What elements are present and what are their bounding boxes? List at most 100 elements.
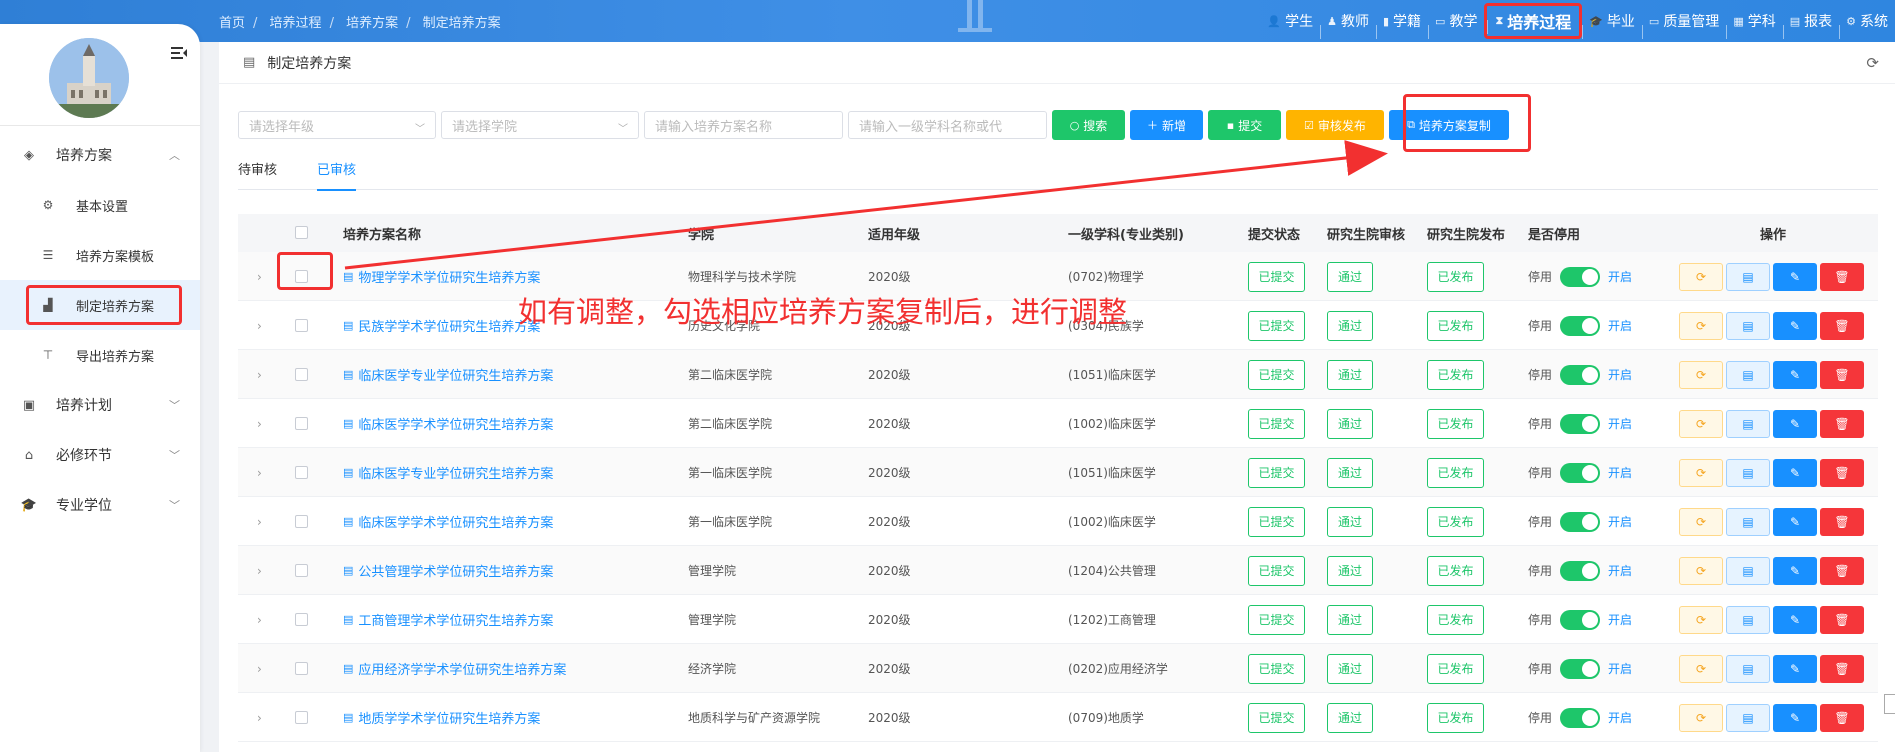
- sidebar-item-training-plan[interactable]: ◈ 培养方案 ︿: [0, 130, 200, 180]
- nav-teacher[interactable]: ♟ 教师: [1320, 11, 1376, 39]
- search-button[interactable]: ○ 搜索: [1052, 110, 1125, 140]
- nav-quality[interactable]: ▭ 质量管理: [1641, 11, 1726, 39]
- row-checkbox[interactable]: [295, 417, 308, 430]
- delete-action-button[interactable]: 🗑: [1820, 409, 1864, 438]
- grade-select[interactable]: 请选择年级 ﹀: [238, 111, 436, 139]
- delete-action-button[interactable]: 🗑: [1820, 556, 1864, 585]
- sidebar-item-basic-settings[interactable]: ⚙ 基本设置: [0, 180, 200, 230]
- edit-action-button[interactable]: ✎: [1773, 311, 1817, 340]
- row-checkbox[interactable]: [295, 319, 308, 332]
- plan-name-link[interactable]: ▤ 临床医学学术学位研究生培养方案: [343, 497, 553, 546]
- refresh-icon[interactable]: ⟳: [1866, 54, 1879, 72]
- row-checkbox[interactable]: [295, 711, 308, 724]
- collapse-sidebar-icon[interactable]: [171, 46, 187, 60]
- plan-name-link[interactable]: ▤ 工商管理学术学位研究生培养方案: [343, 595, 553, 644]
- review-publish-button[interactable]: ☑ 审核发布: [1286, 110, 1384, 140]
- plan-name-link[interactable]: ▤ 公共管理学术学位研究生培养方案: [343, 546, 553, 595]
- expand-chevron-icon[interactable]: ›: [257, 644, 262, 693]
- plan-name-link[interactable]: ▤ 临床医学专业学位研究生培养方案: [343, 350, 553, 399]
- side-handle-icon[interactable]: [1884, 694, 1895, 714]
- view-action-button[interactable]: ▤: [1726, 311, 1770, 340]
- expand-chevron-icon[interactable]: ›: [257, 595, 262, 644]
- sidebar-item-plan-template[interactable]: ☰ 培养方案模板: [0, 230, 200, 280]
- delete-action-button[interactable]: 🗑: [1820, 703, 1864, 732]
- edit-action-button[interactable]: ✎: [1773, 703, 1817, 732]
- sidebar-item-professional-degree[interactable]: 🎓 专业学位 ﹀: [0, 480, 200, 530]
- disable-toggle[interactable]: [1560, 315, 1601, 336]
- edit-action-button[interactable]: ✎: [1773, 507, 1817, 536]
- subject-input[interactable]: 请输入一级学科名称或代: [848, 111, 1047, 139]
- expand-chevron-icon[interactable]: ›: [257, 252, 262, 301]
- breadcrumb-process[interactable]: 培养过程: [270, 12, 322, 31]
- edit-action-button[interactable]: ✎: [1773, 409, 1817, 438]
- nav-system[interactable]: ⚙ 系统: [1839, 11, 1895, 39]
- edit-action-button[interactable]: ✎: [1773, 262, 1817, 291]
- view-action-button[interactable]: ▤: [1726, 262, 1770, 291]
- nav-teaching[interactable]: ▭ 教学: [1428, 11, 1484, 39]
- plan-name-link[interactable]: ▤ 临床医学专业学位研究生培养方案: [343, 448, 553, 497]
- expand-chevron-icon[interactable]: ›: [257, 693, 262, 742]
- disable-toggle[interactable]: [1560, 364, 1601, 385]
- delete-action-button[interactable]: 🗑: [1820, 605, 1864, 634]
- nav-discipline[interactable]: ▦ 学科: [1726, 11, 1782, 39]
- nav-report[interactable]: ▤ 报表: [1782, 11, 1839, 39]
- refresh-action-button[interactable]: ⟳: [1679, 262, 1723, 291]
- expand-chevron-icon[interactable]: ›: [257, 448, 262, 497]
- avatar[interactable]: [49, 38, 129, 118]
- college-select[interactable]: 请选择学院 ﹀: [441, 111, 639, 139]
- expand-chevron-icon[interactable]: ›: [257, 546, 262, 595]
- plan-name-input[interactable]: 请输入培养方案名称: [644, 111, 843, 139]
- edit-action-button[interactable]: ✎: [1773, 654, 1817, 683]
- breadcrumb-plan[interactable]: 培养方案: [346, 12, 398, 31]
- view-action-button[interactable]: ▤: [1726, 458, 1770, 487]
- edit-action-button[interactable]: ✎: [1773, 556, 1817, 585]
- disable-toggle[interactable]: [1560, 609, 1601, 630]
- select-all-checkbox[interactable]: [295, 226, 308, 239]
- view-action-button[interactable]: ▤: [1726, 703, 1770, 732]
- disable-toggle[interactable]: [1560, 511, 1601, 532]
- delete-action-button[interactable]: 🗑: [1820, 507, 1864, 536]
- sidebar-item-export-plan[interactable]: ⊤ 导出培养方案: [0, 330, 200, 380]
- disable-toggle[interactable]: [1560, 560, 1601, 581]
- submit-button[interactable]: ▪ 提交: [1208, 110, 1281, 140]
- refresh-action-button[interactable]: ⟳: [1679, 507, 1723, 536]
- delete-action-button[interactable]: 🗑: [1820, 654, 1864, 683]
- breadcrumb-home[interactable]: 首页: [219, 12, 245, 31]
- sidebar-item-required-links[interactable]: ⌂ 必修环节 ﹀: [0, 430, 200, 480]
- row-checkbox[interactable]: [295, 564, 308, 577]
- edit-action-button[interactable]: ✎: [1773, 360, 1817, 389]
- delete-action-button[interactable]: 🗑: [1820, 360, 1864, 389]
- refresh-action-button[interactable]: ⟳: [1679, 360, 1723, 389]
- edit-action-button[interactable]: ✎: [1773, 605, 1817, 634]
- refresh-action-button[interactable]: ⟳: [1679, 458, 1723, 487]
- disable-toggle[interactable]: [1560, 707, 1601, 728]
- delete-action-button[interactable]: 🗑: [1820, 262, 1864, 291]
- disable-toggle[interactable]: [1560, 266, 1601, 287]
- expand-chevron-icon[interactable]: ›: [257, 350, 262, 399]
- tab-approved[interactable]: 已审核: [317, 152, 357, 191]
- delete-action-button[interactable]: 🗑: [1820, 458, 1864, 487]
- view-action-button[interactable]: ▤: [1726, 654, 1770, 683]
- view-action-button[interactable]: ▤: [1726, 360, 1770, 389]
- expand-chevron-icon[interactable]: ›: [257, 301, 262, 350]
- tab-pending[interactable]: 待审核: [238, 152, 277, 190]
- refresh-action-button[interactable]: ⟳: [1679, 311, 1723, 340]
- expand-chevron-icon[interactable]: ›: [257, 399, 262, 448]
- nav-enrollment[interactable]: ▮ 学籍: [1375, 11, 1428, 39]
- nav-graduation[interactable]: 🎓 毕业: [1582, 11, 1642, 39]
- refresh-action-button[interactable]: ⟳: [1679, 556, 1723, 585]
- view-action-button[interactable]: ▤: [1726, 556, 1770, 585]
- disable-toggle[interactable]: [1560, 658, 1601, 679]
- nav-training-process[interactable]: ⧗ 培养过程: [1484, 3, 1583, 39]
- row-checkbox[interactable]: [295, 466, 308, 479]
- plan-name-link[interactable]: ▤ 应用经济学学术学位研究生培养方案: [343, 644, 566, 693]
- view-action-button[interactable]: ▤: [1726, 507, 1770, 536]
- expand-chevron-icon[interactable]: ›: [257, 497, 262, 546]
- sidebar-item-make-plan[interactable]: ▟ 制定培养方案: [0, 280, 200, 330]
- disable-toggle[interactable]: [1560, 413, 1601, 434]
- refresh-action-button[interactable]: ⟳: [1679, 703, 1723, 732]
- row-checkbox[interactable]: [295, 368, 308, 381]
- plan-name-link[interactable]: ▤ 临床医学学术学位研究生培养方案: [343, 399, 553, 448]
- delete-action-button[interactable]: 🗑: [1820, 311, 1864, 340]
- sidebar-item-training-schedule[interactable]: ▣ 培养计划 ﹀: [0, 380, 200, 430]
